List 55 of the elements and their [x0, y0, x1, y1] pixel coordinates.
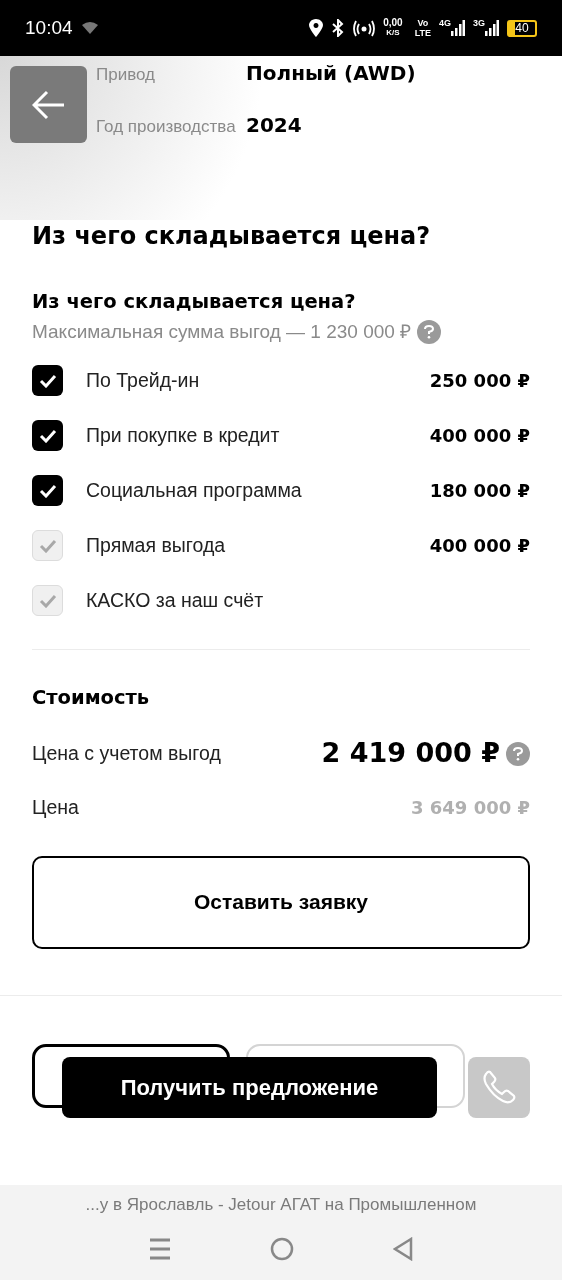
- checkbox[interactable]: [32, 420, 63, 451]
- phone-icon: [481, 1069, 517, 1105]
- check-icon: [38, 538, 57, 553]
- cost-heading: Стоимость: [32, 684, 151, 711]
- back-arrow-icon: [31, 89, 66, 120]
- volte-indicator: Vo LTE: [414, 18, 431, 38]
- back-button[interactable]: [10, 66, 87, 143]
- spec-label: Привод: [96, 64, 156, 86]
- benefit-amount: 400 000 ₽: [429, 534, 530, 558]
- back-icon[interactable]: [392, 1236, 413, 1261]
- question-mark-icon: [424, 325, 435, 340]
- hotspot-icon: [353, 19, 376, 37]
- signal-icon: [451, 20, 465, 36]
- help-button[interactable]: [506, 741, 530, 766]
- location-icon: [309, 19, 324, 37]
- benefit-label: КАСКО за наш счёт: [86, 587, 265, 613]
- battery-indicator: 40: [507, 19, 537, 37]
- spec-label: Год производства: [96, 116, 237, 138]
- check-icon: [38, 483, 57, 498]
- price-label: Цена с учетом выгод: [32, 740, 221, 766]
- benefits-heading: Из чего складывается цена?: [32, 289, 357, 315]
- signal-icon: [485, 20, 499, 36]
- spec-value: 2024: [246, 112, 302, 139]
- discounted-price: 2 419 000 ₽: [321, 736, 500, 771]
- benefit-label: Социальная программа: [86, 477, 303, 503]
- spec-value: Полный (AWD): [246, 60, 416, 87]
- benefit-label: Прямая выгода: [86, 532, 227, 558]
- network-type-text: 3G: [473, 17, 485, 30]
- check-icon: [38, 428, 57, 443]
- benefits-subtitle: Максимальная сумма выгод — 1 230 000 ₽: [32, 320, 412, 344]
- wifi-icon: [80, 21, 99, 35]
- menu-icon[interactable]: [149, 1237, 172, 1260]
- check-icon: [38, 373, 57, 388]
- page-title-text: ...у в Ярославль - Jetour АГАТ на Промышленном: [85, 1194, 477, 1216]
- section-heading: Из чего складывается цена?: [32, 221, 432, 252]
- question-mark-icon: [513, 746, 523, 761]
- benefit-amount: 250 000 ₽: [429, 369, 530, 393]
- home-icon[interactable]: [270, 1236, 294, 1261]
- network-type-text: 4G: [438, 17, 451, 30]
- clock-text: 10:04: [25, 15, 73, 40]
- benefit-label: При покупке в кредит: [86, 422, 281, 448]
- checkbox[interactable]: [32, 475, 63, 506]
- check-icon: [38, 593, 57, 608]
- benefit-label: По Трейд-ин: [86, 367, 201, 393]
- checkbox[interactable]: [32, 365, 63, 396]
- price-label: Цена: [32, 794, 79, 820]
- call-button[interactable]: [468, 1056, 530, 1118]
- full-price: 3 649 000 ₽: [411, 796, 530, 820]
- bluetooth-icon: [331, 19, 346, 37]
- network-speed: 0,00 K/S: [383, 18, 403, 38]
- benefit-amount: 400 000 ₽: [429, 424, 530, 448]
- help-button[interactable]: [417, 320, 442, 345]
- floating-offer-toast[interactable]: Получить предложение: [62, 1056, 437, 1118]
- request-button[interactable]: Оставить заявку: [32, 855, 530, 949]
- benefit-amount: 180 000 ₽: [429, 479, 530, 503]
